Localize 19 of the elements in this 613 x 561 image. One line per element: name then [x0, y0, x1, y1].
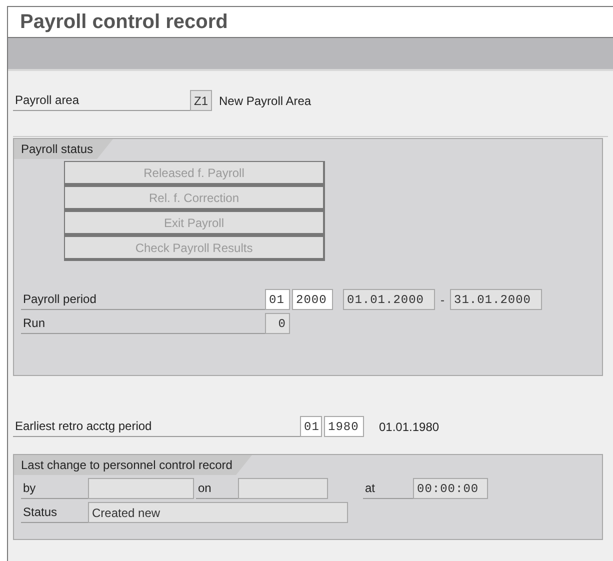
field-label: Run [21, 313, 265, 334]
input-field[interactable] [88, 478, 194, 499]
date-field[interactable]: 31.01.2000 [450, 289, 542, 310]
area-name: New Payroll Area [219, 92, 312, 110]
field-label: Payroll period [21, 289, 265, 310]
input-field[interactable] [238, 478, 328, 499]
date-separator: - [440, 292, 446, 308]
field-label: Earliest retro acctg period [13, 416, 300, 437]
input-field[interactable]: 01 [265, 289, 290, 310]
input-field[interactable]: 01 [300, 416, 322, 437]
date-field[interactable]: 01.01.2000 [343, 289, 435, 310]
retro-date: 01.01.1980 [379, 418, 440, 436]
input-field[interactable]: 1980 [324, 416, 364, 437]
window-title: Payroll control record [20, 10, 228, 35]
time-field[interactable]: 00:00:00 [413, 478, 488, 499]
input-field[interactable]: Z1 [190, 90, 212, 111]
input-field[interactable]: 2000 [292, 289, 333, 310]
status-field[interactable]: Created new [88, 502, 348, 523]
run-field[interactable]: 0 [265, 313, 290, 334]
